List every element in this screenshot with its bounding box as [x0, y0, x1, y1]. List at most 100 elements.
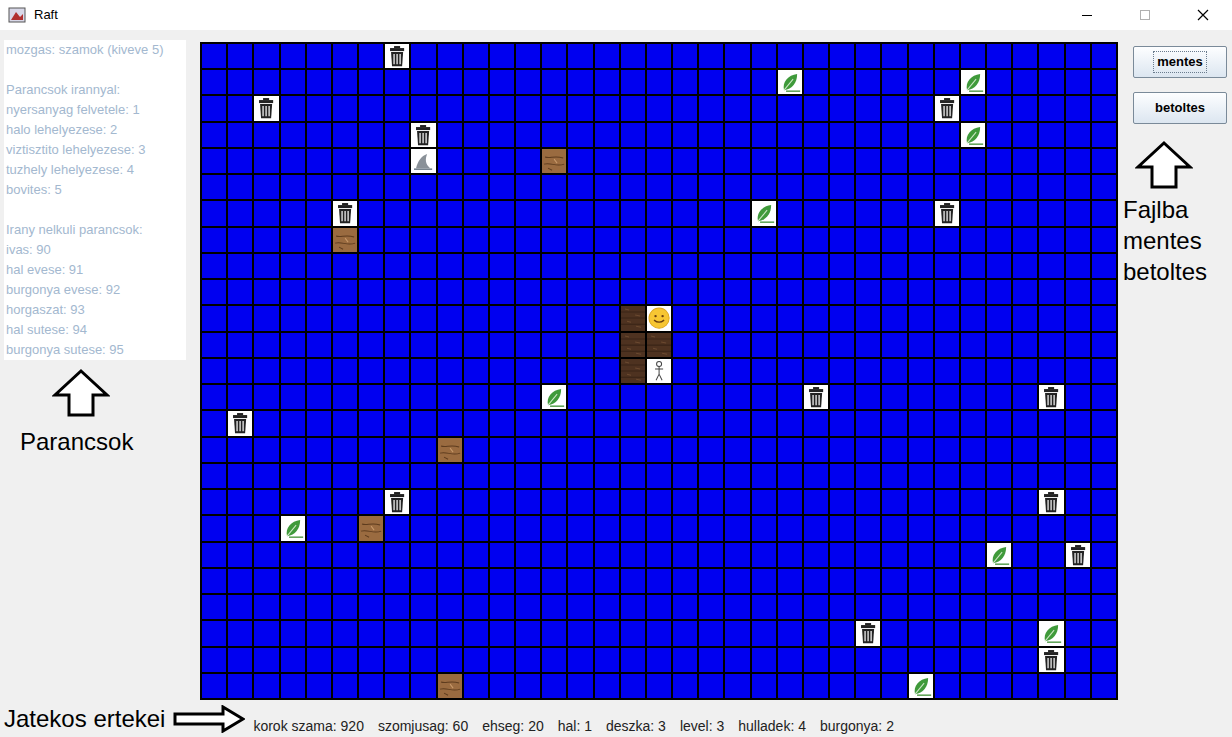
water-cell — [281, 490, 305, 514]
water-cell — [1092, 411, 1116, 435]
water-cell — [359, 70, 383, 94]
water-cell — [752, 621, 776, 645]
water-cell — [621, 621, 645, 645]
water-cell — [725, 201, 749, 225]
water-cell — [542, 595, 566, 619]
water-cell — [1039, 175, 1063, 199]
water-cell — [568, 648, 592, 672]
water-cell — [438, 96, 462, 120]
water-cell — [385, 674, 409, 698]
water-cell — [542, 280, 566, 304]
water-cell — [385, 385, 409, 409]
water-cell — [778, 621, 802, 645]
water-cell — [411, 70, 435, 94]
water-cell — [542, 306, 566, 330]
water-cell — [359, 569, 383, 593]
trash-icon — [1066, 543, 1090, 567]
water-cell — [725, 438, 749, 462]
water-cell — [1013, 569, 1037, 593]
water-cell — [778, 123, 802, 147]
water-cell — [464, 44, 488, 68]
water-cell — [1039, 543, 1063, 567]
water-cell — [568, 411, 592, 435]
water-cell — [568, 621, 592, 645]
water-cell — [778, 595, 802, 619]
water-cell — [1013, 228, 1037, 252]
water-cell — [385, 595, 409, 619]
plank-cell — [333, 228, 357, 252]
water-cell — [568, 490, 592, 514]
game-grid[interactable] — [200, 42, 1118, 700]
minimize-button[interactable] — [1058, 0, 1116, 30]
water-cell — [464, 464, 488, 488]
water-cell — [202, 280, 226, 304]
water-cell — [438, 385, 462, 409]
water-cell — [752, 280, 776, 304]
water-cell — [804, 490, 828, 514]
command-line: tuzhely lehelyezese: 4 — [6, 160, 184, 180]
water-cell — [752, 543, 776, 567]
water-cell — [542, 44, 566, 68]
water-cell — [464, 228, 488, 252]
close-button[interactable] — [1174, 0, 1232, 30]
water-cell — [882, 543, 906, 567]
water-cell — [1039, 201, 1063, 225]
water-cell — [490, 228, 514, 252]
maximize-button[interactable] — [1116, 0, 1174, 30]
water-cell — [1092, 438, 1116, 462]
water-cell — [490, 333, 514, 357]
water-cell — [568, 516, 592, 540]
water-cell — [202, 595, 226, 619]
water-cell — [438, 280, 462, 304]
device-cell — [647, 359, 671, 383]
water-cell — [542, 569, 566, 593]
water-cell — [202, 648, 226, 672]
water-cell — [281, 411, 305, 435]
water-cell — [516, 411, 540, 435]
water-cell — [411, 621, 435, 645]
water-cell — [1039, 44, 1063, 68]
water-cell — [385, 569, 409, 593]
water-cell — [254, 464, 278, 488]
water-cell — [333, 516, 357, 540]
water-cell — [856, 516, 880, 540]
water-cell — [411, 543, 435, 567]
water-cell — [673, 359, 697, 383]
water-cell — [307, 438, 331, 462]
water-cell — [307, 70, 331, 94]
water-cell — [228, 674, 252, 698]
water-cell — [752, 438, 776, 462]
water-cell — [411, 175, 435, 199]
leaf-cell — [1039, 621, 1063, 645]
water-cell — [411, 228, 435, 252]
water-cell — [542, 516, 566, 540]
water-cell — [935, 516, 959, 540]
water-cell — [909, 621, 933, 645]
load-button[interactable]: betoltes — [1133, 92, 1227, 124]
water-cell — [804, 96, 828, 120]
water-cell — [647, 228, 671, 252]
water-cell — [752, 359, 776, 383]
water-cell — [281, 70, 305, 94]
water-cell — [856, 595, 880, 619]
water-cell — [228, 516, 252, 540]
save-button[interactable]: mentes — [1133, 46, 1227, 78]
water-cell — [909, 359, 933, 383]
water-cell — [987, 569, 1011, 593]
water-cell — [909, 228, 933, 252]
water-cell — [673, 648, 697, 672]
water-cell — [882, 621, 906, 645]
water-cell — [568, 306, 592, 330]
water-cell — [516, 228, 540, 252]
water-cell — [254, 490, 278, 514]
water-cell — [935, 411, 959, 435]
water-cell — [359, 385, 383, 409]
water-cell — [752, 175, 776, 199]
device-icon — [647, 359, 671, 383]
water-cell — [935, 621, 959, 645]
water-cell — [359, 648, 383, 672]
water-cell — [228, 123, 252, 147]
water-cell — [516, 123, 540, 147]
water-cell — [1039, 228, 1063, 252]
water-cell — [961, 543, 985, 567]
